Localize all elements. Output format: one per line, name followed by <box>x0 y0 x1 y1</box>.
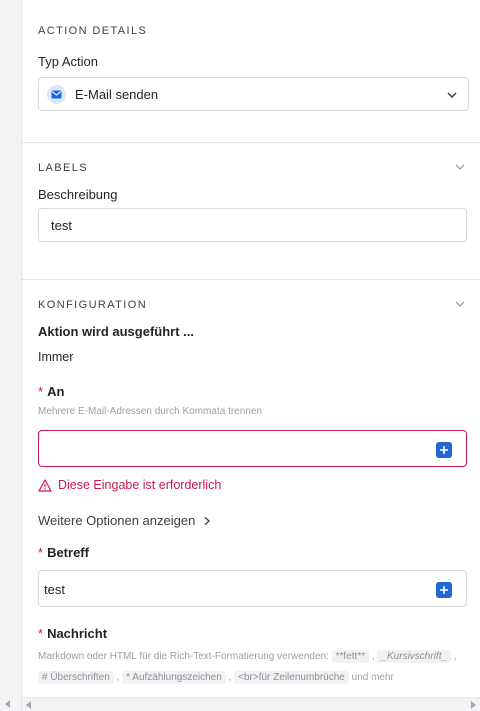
type-action-label: Typ Action <box>38 54 98 69</box>
hint-sep: , <box>225 672 235 683</box>
subject-label-text: Betreff <box>47 545 89 560</box>
subject-input[interactable]: test <box>38 570 467 607</box>
action-type-select[interactable]: E-Mail senden <box>38 77 469 111</box>
more-options-text: Weitere Optionen anzeigen <box>38 513 196 528</box>
executed-label: Aktion wird ausgeführt ... <box>38 324 195 339</box>
code-list: * Aufzählungszeichen <box>122 671 226 684</box>
hint-sep: , <box>451 651 457 662</box>
executed-value: Immer <box>38 350 74 364</box>
to-hint: Mehrere E-Mail-Adressen durch Kommata tr… <box>38 406 262 417</box>
code-linebreak: <br>für Zeilenumbrüche <box>234 671 349 684</box>
chevron-right-icon <box>204 516 211 525</box>
code-bold: **fett** <box>331 650 370 663</box>
hint-intro: Markdown oder HTML für die Rich-Text-For… <box>38 651 332 662</box>
collapse-configuration-chevron-icon[interactable] <box>454 298 466 310</box>
hint-outro: und mehr <box>348 672 394 683</box>
mail-icon <box>47 85 66 104</box>
section-title-action-details: ACTION DETAILS <box>38 25 148 37</box>
message-label-text: Nachricht <box>47 626 108 641</box>
action-settings-panel: ACTION DETAILS Typ Action E-Mail senden … <box>22 0 480 697</box>
code-italic: _Kursivschrift_ <box>377 650 452 663</box>
description-input[interactable]: test <box>38 208 467 242</box>
to-error-text: Diese Eingabe ist erforderlich <box>58 478 222 492</box>
message-format-hint: Markdown oder HTML für die Rich-Text-For… <box>38 646 468 688</box>
scroll-left-arrow-outer[interactable] <box>5 700 10 708</box>
section-title-configuration: KONFIGURATION <box>38 299 148 311</box>
to-label-text: An <box>47 384 65 399</box>
required-marker: * <box>38 626 44 641</box>
subject-value: test <box>44 582 65 597</box>
insert-variable-button[interactable] <box>436 582 452 598</box>
warning-icon <box>38 478 52 492</box>
to-label: * An <box>38 384 64 399</box>
left-gutter <box>0 0 22 711</box>
description-value: test <box>51 218 72 233</box>
more-options-link[interactable]: Weitere Optionen anzeigen <box>38 513 211 528</box>
action-type-value: E-Mail senden <box>75 87 159 102</box>
divider <box>22 142 480 143</box>
section-title-labels: LABELS <box>38 162 88 174</box>
message-label: * Nachricht <box>38 626 107 641</box>
scroll-right-arrow-icon[interactable] <box>471 701 476 709</box>
scroll-left-arrow-icon[interactable] <box>26 701 31 709</box>
to-error-message: Diese Eingabe ist erforderlich <box>38 478 221 492</box>
required-marker: * <box>38 384 44 399</box>
horizontal-scrollbar[interactable] <box>22 697 480 711</box>
required-marker: * <box>38 545 44 560</box>
divider <box>22 279 480 280</box>
chevron-down-icon <box>447 92 457 99</box>
description-label: Beschreibung <box>38 187 118 202</box>
to-input[interactable] <box>38 430 467 467</box>
hint-sep: , <box>113 672 123 683</box>
add-recipient-button[interactable] <box>436 442 452 458</box>
plus-icon <box>440 586 448 594</box>
code-heading: # Überschriften <box>38 671 114 684</box>
plus-icon <box>440 446 448 454</box>
collapse-labels-chevron-icon[interactable] <box>454 161 466 173</box>
subject-label: * Betreff <box>38 545 89 560</box>
